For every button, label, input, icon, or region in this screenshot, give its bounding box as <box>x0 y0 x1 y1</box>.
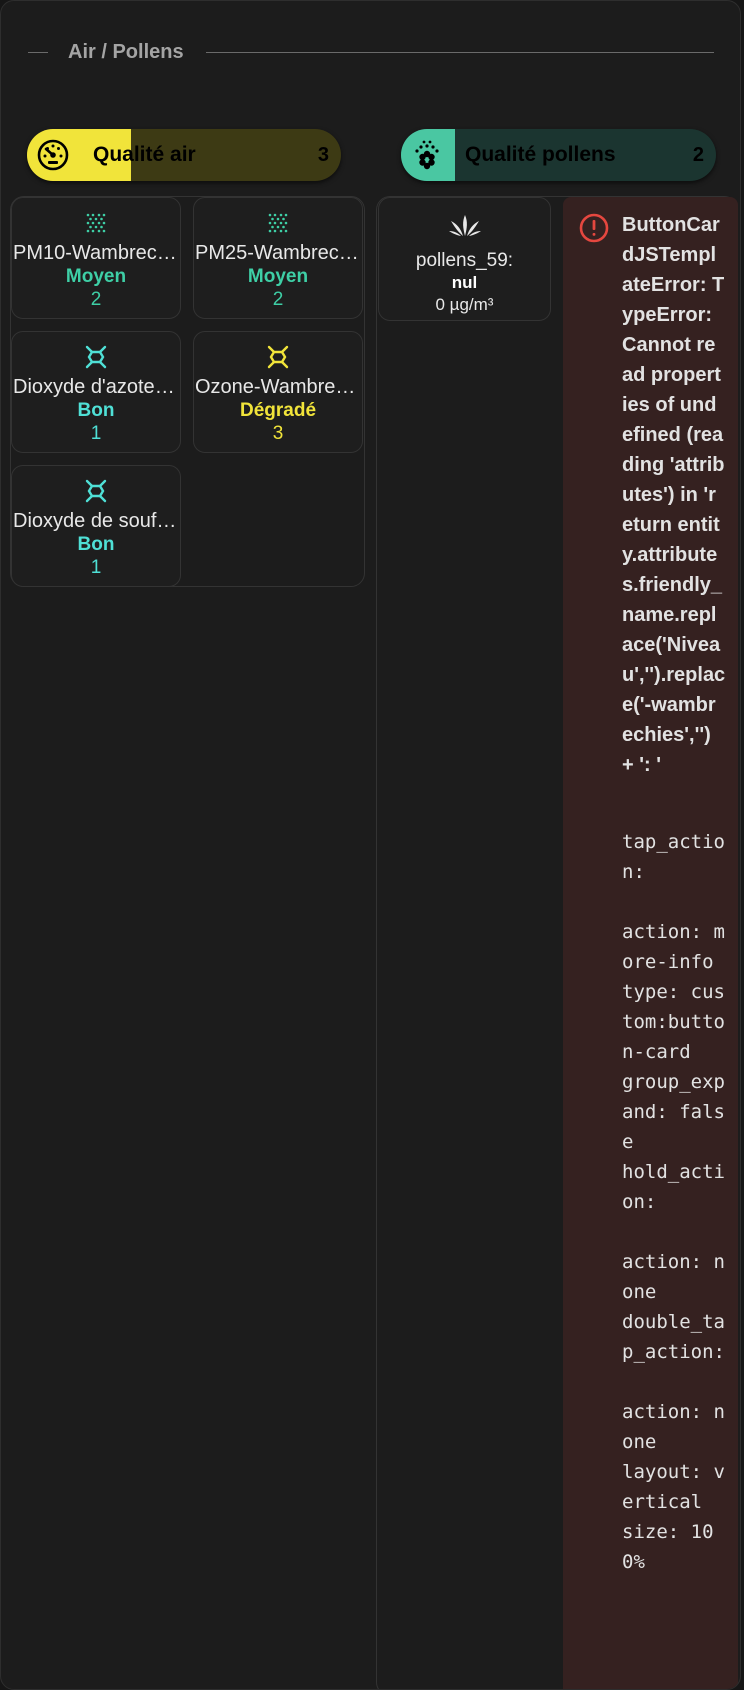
molecule-icon <box>12 342 180 372</box>
tile-status: Moyen <box>65 266 127 287</box>
tile-value: 1 <box>90 557 102 578</box>
particles-icon <box>194 208 362 238</box>
tile-status: Bon <box>77 400 115 421</box>
alert-circle-icon <box>578 212 610 249</box>
pollen-quality-group-count: 2 <box>692 144 704 166</box>
pollen-tile-value: 0 µg/m³ <box>435 295 494 314</box>
pollen-tile-name: pollens_59: <box>415 250 514 271</box>
air-quality-group-header[interactable]: Qualité air 3 <box>27 129 341 181</box>
tile-status: Bon <box>77 534 115 555</box>
section-title: Air / Pollens <box>68 41 184 63</box>
tile-status: Dégradé <box>239 400 317 421</box>
tile-name: PM10-Wambrechies <box>13 242 180 264</box>
tile-name: PM25-Wambrechies <box>195 242 362 264</box>
molecule-icon <box>194 342 362 372</box>
pm10-tile[interactable]: PM10-Wambrechies Moyen 2 <box>11 197 181 319</box>
sulfur-dioxide-tile[interactable]: Dioxyde de soufre-Wambrechies Bon 1 <box>11 465 181 587</box>
error-card: ButtonCardJSTemplateError: TypeError: Ca… <box>563 197 738 1689</box>
tile-name: Dioxyde de soufre-Wambrechies <box>13 510 180 532</box>
flower-pollen-icon <box>407 135 447 175</box>
pm25-tile[interactable]: PM25-Wambrechies Moyen 2 <box>193 197 363 319</box>
air-quality-group-label: Qualité air <box>93 143 196 166</box>
gauge-icon <box>33 135 73 175</box>
tile-name: Dioxyde d'azote-Wambrechies <box>13 376 180 398</box>
tile-status: Moyen <box>247 266 309 287</box>
particles-icon <box>12 208 180 238</box>
tile-value: 3 <box>272 423 284 444</box>
tile-value: 2 <box>90 289 102 310</box>
tile-name: Ozone-Wambrechies <box>195 376 362 398</box>
error-config: tap_action: action: more-info type: cust… <box>622 831 725 1573</box>
molecule-icon <box>12 476 180 506</box>
error-message: ButtonCardJSTemplateError: TypeError: Ca… <box>622 214 726 776</box>
air-quality-group-count: 3 <box>317 144 329 166</box>
section-divider-right <box>206 52 714 53</box>
grass-icon <box>379 212 550 242</box>
ozone-tile[interactable]: Ozone-Wambrechies Dégradé 3 <box>193 331 363 453</box>
tile-value: 2 <box>272 289 284 310</box>
pollen-quality-group-header[interactable]: Qualité pollens 2 <box>401 129 716 181</box>
tile-value: 1 <box>90 423 102 444</box>
pollen-tile[interactable]: pollens_59: nul 0 µg/m³ <box>378 197 551 321</box>
nitrogen-dioxide-tile[interactable]: Dioxyde d'azote-Wambrechies Bon 1 <box>11 331 181 453</box>
air-pollens-card: Air / Pollens Qualité air 3 Qualité poll… <box>0 0 741 1690</box>
pollen-quality-group-label: Qualité pollens <box>465 143 616 166</box>
pollen-tile-state: nul <box>451 273 478 292</box>
section-divider-left <box>28 52 48 53</box>
